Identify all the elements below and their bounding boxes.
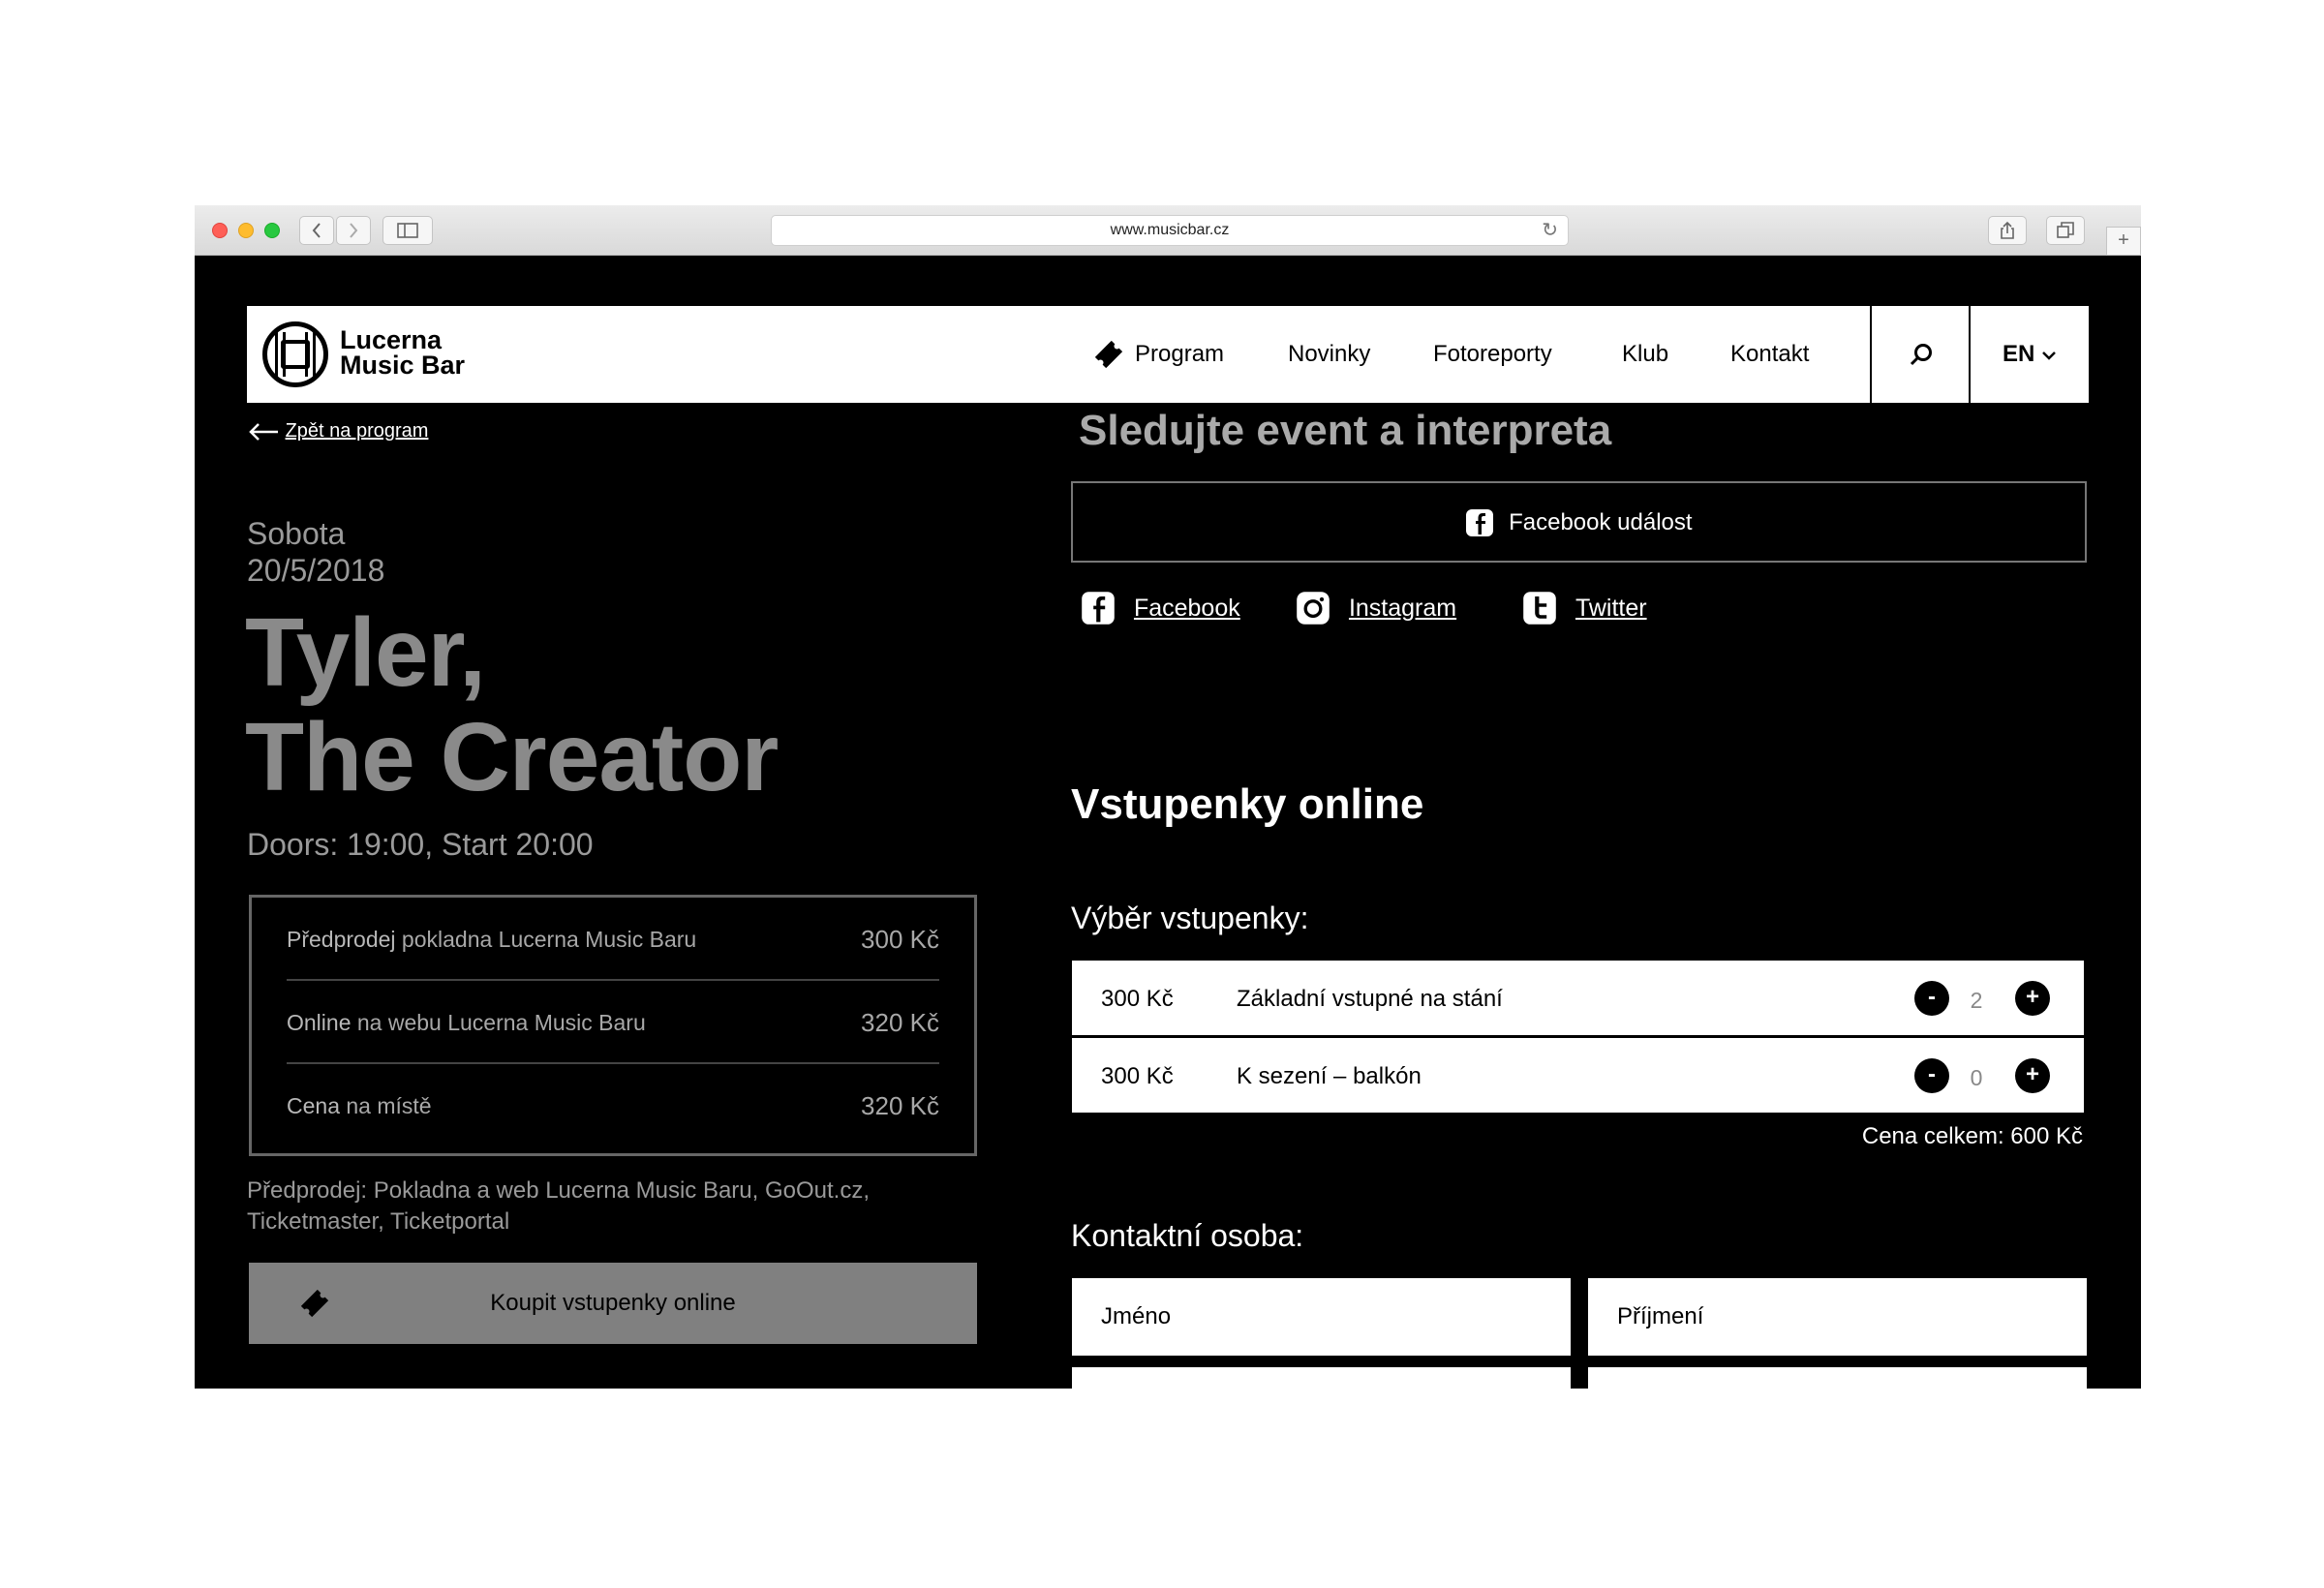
decrease-quantity-button[interactable]: -	[1914, 1058, 1949, 1093]
price-row: Cena na místě 320 Kč	[287, 1091, 939, 1120]
quantity-value[interactable]: 0	[1962, 1065, 1991, 1091]
facebook-icon	[1466, 509, 1494, 536]
decrease-quantity-button[interactable]: -	[1914, 981, 1949, 1016]
zoom-window-button[interactable]	[264, 223, 280, 238]
arrow-left-icon	[249, 422, 278, 441]
site-header: Lucerna Music Bar Program Novinky Fotore…	[247, 306, 2089, 403]
buy-tickets-button[interactable]: Koupit vstupenky online	[249, 1263, 977, 1344]
nav-fotoreporty[interactable]: Fotoreporty	[1433, 341, 1552, 368]
search-icon	[1910, 344, 1932, 366]
last-name-field	[1588, 1278, 2087, 1356]
nav-program[interactable]: Program	[1135, 341, 1224, 368]
event-date: Sobota 20/5/2018	[247, 516, 385, 588]
language-selector[interactable]: EN	[1971, 341, 2089, 368]
address-bar[interactable]: www.musicbar.cz ↻	[771, 215, 1569, 246]
email-field[interactable]	[1072, 1367, 1571, 1389]
search-button[interactable]	[1872, 306, 1969, 403]
chevron-down-icon	[2042, 351, 2056, 360]
minimize-window-button[interactable]	[238, 223, 254, 238]
logo-icon[interactable]	[262, 321, 328, 387]
presale-note: Předprodej: Pokladna a web Lucerna Music…	[247, 1177, 871, 1235]
facebook-link[interactable]: Facebook	[1081, 591, 1240, 626]
ticket-row: 300 Kč Základní vstupné na stání - 2 +	[1072, 961, 2084, 1035]
first-name-field	[1072, 1278, 1571, 1356]
total-price: Cena celkem: 600 Kč	[1861, 1123, 2083, 1149]
contact-heading: Kontaktní osoba:	[1071, 1218, 1304, 1253]
reload-icon[interactable]: ↻	[1542, 216, 1558, 245]
facebook-icon	[1082, 592, 1115, 625]
twitter-link[interactable]: Twitter	[1522, 591, 1647, 626]
back-nav-button[interactable]	[299, 216, 334, 245]
instagram-link[interactable]: Instagram	[1296, 591, 1456, 626]
price-row: Předprodej pokladna Lucerna Music Baru 3…	[287, 898, 939, 981]
new-tab-button[interactable]: +	[2106, 227, 2141, 256]
increase-quantity-button[interactable]: +	[2015, 1058, 2050, 1093]
share-icon	[2001, 221, 2014, 239]
nav-klub[interactable]: Klub	[1622, 341, 1668, 368]
close-window-button[interactable]	[212, 223, 228, 238]
event-doors: Doors: 19:00, Start 20:00	[247, 827, 594, 862]
share-button[interactable]	[1988, 216, 2027, 245]
ticket-select-heading: Výběr vstupenky:	[1071, 901, 1309, 935]
tabs-icon	[2057, 222, 2074, 238]
nav-kontakt[interactable]: Kontakt	[1730, 341, 1809, 368]
ticket-icon	[1094, 340, 1123, 369]
tickets-heading: Vstupenky online	[1071, 780, 1424, 828]
phone-field[interactable]	[1588, 1367, 2087, 1389]
ticket-row: 300 Kč K sezení – balkón - 0 +	[1072, 1038, 2084, 1113]
last-name-input[interactable]	[1588, 1278, 2087, 1356]
tabs-overview-button[interactable]	[2046, 216, 2085, 245]
page-content: Lucerna Music Bar Program Novinky Fotore…	[195, 256, 2141, 1389]
quantity-value[interactable]: 2	[1962, 988, 1991, 1014]
browser-toolbar: www.musicbar.cz ↻ +	[195, 205, 2141, 256]
follow-heading: Sledujte event a interpreta	[1079, 407, 1612, 454]
chevron-left-icon	[312, 223, 321, 238]
sidebar-toggle-button[interactable]	[382, 216, 433, 245]
chevron-right-icon	[350, 223, 358, 238]
price-row: Online na webu Lucerna Music Baru 320 Kč	[287, 981, 939, 1064]
facebook-event-button[interactable]: Facebook událost	[1071, 481, 2087, 563]
instagram-icon	[1297, 592, 1330, 625]
first-name-input[interactable]	[1072, 1278, 1571, 1356]
browser-window: www.musicbar.cz ↻ + Lucerna Music Bar Pr…	[195, 205, 2141, 1389]
event-title: Tyler, The Creator	[245, 598, 779, 811]
price-list: Předprodej pokladna Lucerna Music Baru 3…	[249, 895, 977, 1156]
back-to-program-link[interactable]: Zpět na program	[247, 420, 428, 443]
nav-novinky[interactable]: Novinky	[1288, 341, 1370, 368]
sidebar-icon	[397, 223, 418, 238]
url-text: www.musicbar.cz	[1110, 222, 1230, 238]
forward-nav-button[interactable]	[336, 216, 371, 245]
brand-name[interactable]: Lucerna Music Bar	[340, 327, 465, 379]
increase-quantity-button[interactable]: +	[2015, 981, 2050, 1016]
twitter-icon	[1523, 592, 1556, 625]
